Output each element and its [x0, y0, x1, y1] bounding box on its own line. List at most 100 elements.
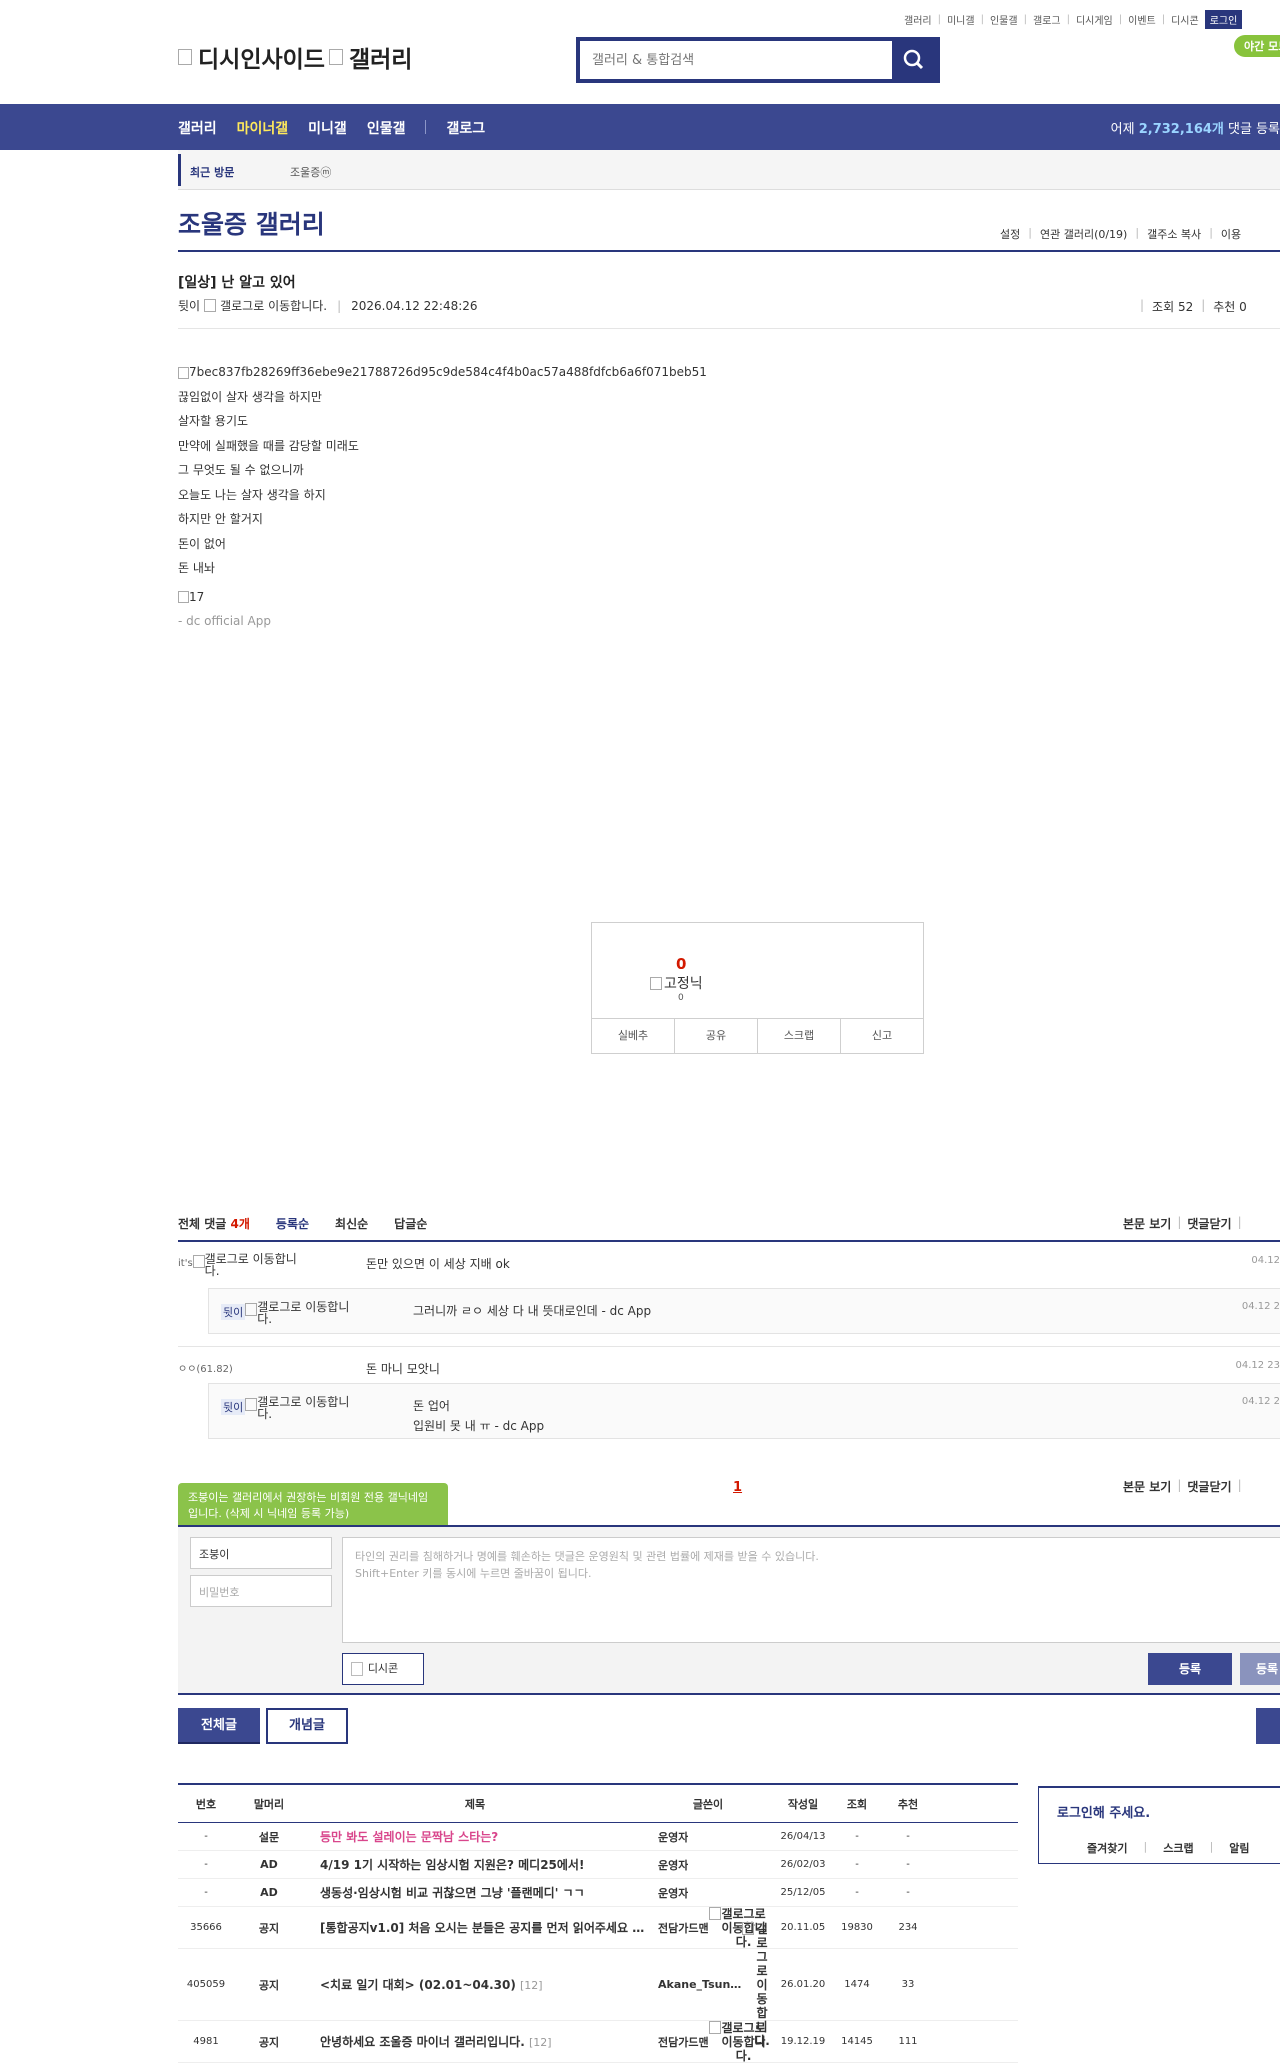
comment-textarea[interactable]: 타인의 권리를 침해하거나 명예를 훼손하는 댓글은 운영원칙 및 관련 법률에… — [342, 1537, 1280, 1643]
header-views: 조회 — [846, 1797, 868, 1811]
util-link-gallery[interactable]: 갤러리 — [904, 12, 932, 27]
post-line: 만약에 실패했을 때를 감당할 미래도 — [178, 438, 359, 453]
util-link-dccon[interactable]: 디시콘 — [1171, 12, 1199, 27]
gallog-link[interactable]: 갤로그로 이동합니다. — [220, 297, 327, 314]
post-info: 뒷이 갤로그로 이동합니다. | 2026.04.12 22:48:26 — [178, 297, 478, 314]
list-row[interactable]: - 설문 등만 봐도 설레이는 문짝남 스타는? 운영자 26/04/13 - … — [178, 1823, 1018, 1851]
post-writer[interactable]: 뒷이 — [178, 297, 200, 314]
util-link-persongall[interactable]: 인물갤 — [990, 12, 1018, 27]
copy-address-link[interactable]: 갤주소 복사 — [1147, 226, 1201, 242]
close-comments-link[interactable]: 댓글닫기 — [1187, 1215, 1231, 1232]
related-gallery-link[interactable]: 연관 갤러리(0/19) — [1040, 226, 1127, 242]
row-writer[interactable]: 운영자 — [646, 1857, 770, 1873]
row-writer[interactable]: 전담가드맨 갤로그로 이동합니다. — [646, 2020, 770, 2063]
list-row[interactable]: 35666 공지 [통합공지v1.0] 처음 오시는 분들은 공지를 먼저 읽어… — [178, 1906, 1018, 1949]
row-no: - — [204, 1831, 208, 1842]
gallery-divider — [178, 250, 1280, 252]
broken-image-icon — [650, 976, 662, 990]
reply-nick[interactable]: 뒷이 갤로그로 이동합니다. — [221, 1301, 353, 1325]
submit-comment-button[interactable]: 등록 — [1148, 1653, 1232, 1685]
site-logo[interactable]: 디시인사이드 갤러리 — [178, 40, 412, 74]
submit-recommend-button[interactable]: 등록 — [1240, 1653, 1280, 1685]
row-title[interactable]: [통합공지v1.0] 처음 오시는 분들은 공지를 먼저 읽어주세요 [33] — [304, 1919, 646, 1936]
sort-registered[interactable]: 등록순 — [276, 1215, 309, 1232]
nav-minor-gallery[interactable]: 마이너갤 — [237, 118, 289, 138]
list-row[interactable]: 405059 공지 <치료 일기 대회> (02.01~04.30) [12] … — [178, 1921, 1018, 2048]
list-row[interactable]: - AD 생동성·임상시험 비교 귀찮으면 그냥 '플랜메디' ㄱㄱ 운영자 2… — [178, 1879, 1018, 1907]
row-subject: 공지 — [258, 1921, 280, 1935]
util-link-minigall[interactable]: 미니갤 — [947, 12, 975, 27]
nav-gallery[interactable]: 갤러리 — [178, 118, 217, 138]
nav-person-gallery[interactable]: 인물갤 — [367, 118, 406, 138]
row-date: 26/02/03 — [780, 1859, 826, 1870]
close-comments-link-bottom[interactable]: 댓글닫기 — [1187, 1478, 1231, 1495]
concept-posts-tab[interactable]: 개념글 — [266, 1708, 348, 1744]
row-title[interactable]: 등만 봐도 설레이는 문짝남 스타는? — [304, 1828, 646, 1845]
gallery-title[interactable]: 조울증 갤러리 — [178, 205, 325, 241]
all-posts-tab[interactable]: 전체글 — [178, 1708, 260, 1744]
row-title[interactable]: 생동성·임상시험 비교 귀찮으면 그냥 '플랜메디' ㄱㄱ — [304, 1884, 646, 1901]
search-button[interactable] — [892, 41, 936, 79]
row-writer[interactable]: 운영자 — [646, 1829, 770, 1845]
row-views: 19830 — [841, 1922, 873, 1933]
night-mode-toggle[interactable]: 야간 모드 — [1234, 35, 1280, 57]
util-link-gallog[interactable]: 갤로그 — [1033, 12, 1061, 27]
list-row[interactable]: - AD 4/19 1기 시작하는 임상시험 지원은? 메디25에서! 운영자 … — [178, 1851, 1018, 1879]
nav-gallog[interactable]: 갤로그 — [446, 118, 485, 138]
recommend-box: 0 고정닉 0 실베추 공유 스크랩 신고 — [591, 922, 924, 1054]
header-no: 번호 — [195, 1797, 217, 1811]
util-link-event[interactable]: 이벤트 — [1128, 12, 1156, 27]
row-recommend: - — [906, 1887, 910, 1898]
notification-link[interactable]: 알림 — [1229, 1840, 1249, 1856]
fixed-nick-recommend[interactable]: 고정닉 — [650, 973, 703, 993]
broken-image-icon — [178, 591, 189, 603]
reply-text: 그러니까 ㄹㅇ 세상 다 내 뜻대로인데 - dc App — [413, 1304, 652, 1318]
row-recommend: - — [906, 1831, 910, 1842]
write-button[interactable] — [1256, 1708, 1280, 1744]
settings-link[interactable]: 설정 — [1000, 226, 1020, 242]
comment-page-1[interactable]: 1 — [733, 1480, 742, 1495]
broken-image-icon — [204, 299, 217, 312]
row-recommend: 33 — [901, 1979, 915, 1990]
report-button[interactable]: 신고 — [841, 1019, 923, 1053]
scrap-link[interactable]: 스크랩 — [1163, 1840, 1193, 1856]
row-subject: AD — [260, 1886, 278, 1899]
comment-nick[interactable]: it's 갤로그로 이동합니다. — [178, 1253, 301, 1277]
sort-latest[interactable]: 최신순 — [335, 1215, 368, 1232]
search-input[interactable] — [580, 41, 892, 79]
password-field[interactable]: 비밀번호 — [190, 1575, 332, 1607]
comment-item: ㅇㅇ(61.82) 돈 마니 모앗니 04.12 23 — [178, 1358, 1280, 1382]
nav-mini-gallery[interactable]: 미니갤 — [308, 118, 347, 138]
app-signature: - dc official App — [178, 614, 271, 628]
view-post-link-bottom[interactable]: 본문 보기 — [1123, 1478, 1171, 1495]
comment-nick[interactable]: ㅇㅇ(61.82) — [178, 1358, 233, 1375]
sort-replies[interactable]: 답글순 — [394, 1215, 427, 1232]
share-button[interactable]: 공유 — [675, 1019, 758, 1053]
dccon-button[interactable]: 디시콘 — [342, 1653, 424, 1685]
util-link-dcgame[interactable]: 디시게임 — [1076, 12, 1113, 27]
recent-visit-label[interactable]: 최근 방문 — [190, 164, 234, 180]
favorites-link[interactable]: 즐겨찾기 — [1087, 1840, 1127, 1856]
row-subject: AD — [260, 1858, 278, 1871]
best-recommend-button[interactable]: 실베추 — [592, 1019, 675, 1053]
post-recommends: 추천 0 — [1213, 300, 1247, 314]
view-post-link[interactable]: 본문 보기 — [1123, 1215, 1171, 1232]
post-image: 7bec837fb28269ff36ebe9e21788726d95c9de58… — [178, 360, 707, 385]
usage-link[interactable]: 이용 — [1221, 226, 1241, 242]
reply-nick[interactable]: 뒷이 갤로그로 이동합니다. — [221, 1396, 353, 1420]
row-title[interactable]: 4/19 1기 시작하는 임상시험 지원은? 메디25에서! — [304, 1856, 646, 1873]
broken-image-icon — [245, 1398, 258, 1411]
row-title[interactable]: <치료 일기 대회> (02.01~04.30) [12] — [304, 1976, 646, 1993]
list-row[interactable]: 4981 공지 안녕하세요 조울증 마이너 갤러리입니다. [12] 전담가드맨… — [178, 2020, 1018, 2063]
nickname-field[interactable]: 조붕이 — [190, 1537, 332, 1569]
row-writer[interactable]: 운영자 — [646, 1885, 770, 1901]
header-recommend: 추천 — [897, 1797, 919, 1811]
row-title[interactable]: 안녕하세요 조울증 마이너 갤러리입니다. [12] — [304, 2033, 646, 2050]
row-views: - — [855, 1859, 859, 1870]
login-button[interactable]: 로그인 — [1204, 10, 1243, 29]
login-prompt[interactable]: 로그인해 주세요. — [1057, 1802, 1150, 1821]
row-views: 1474 — [844, 1979, 870, 1990]
scrap-button[interactable]: 스크랩 — [758, 1019, 841, 1053]
recent-visit-item[interactable]: 조울증ⓜ — [290, 164, 331, 180]
reply-item: 뒷이 갤로그로 이동합니다. 돈 업어 입원비 못 내 ㅠ - dc App 0… — [208, 1383, 1280, 1439]
